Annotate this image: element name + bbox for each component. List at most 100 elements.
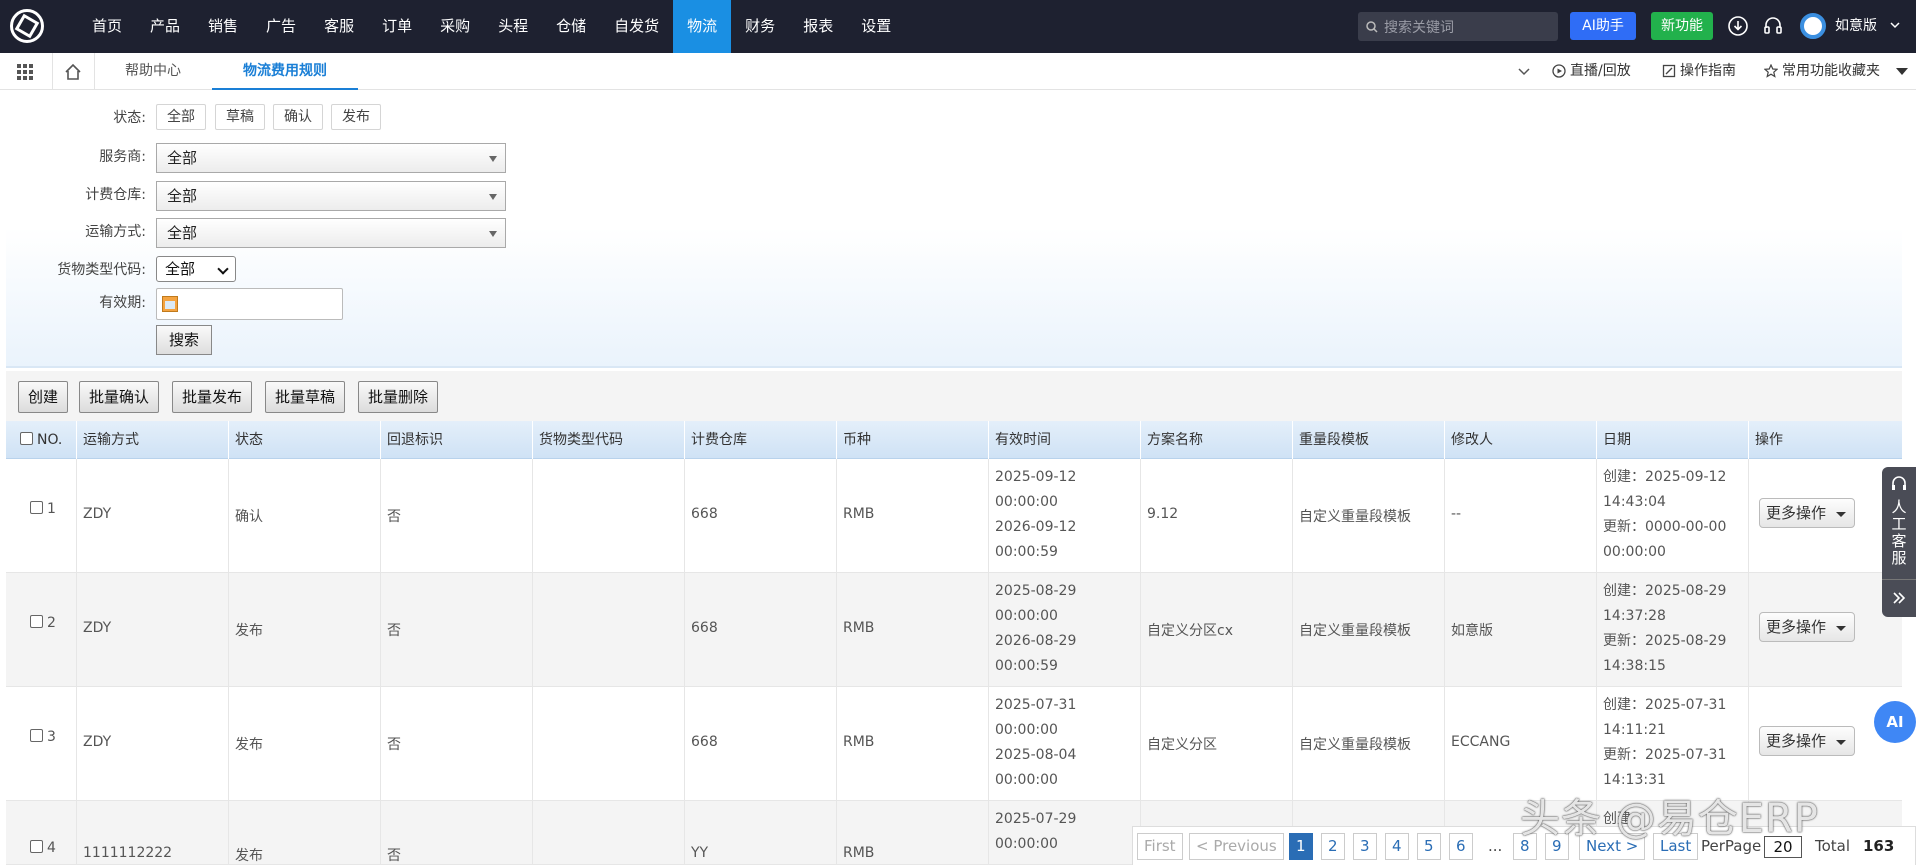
live-replay-link[interactable]: 直播/回放 <box>1552 53 1631 90</box>
nav-item[interactable]: 财务 <box>731 0 789 53</box>
column-header-transport[interactable]: 运输方式 <box>76 421 228 459</box>
nav-item[interactable]: 客服 <box>310 0 368 53</box>
page-6[interactable]: 6 <box>1449 833 1473 860</box>
status-option-publish[interactable]: 发布 <box>331 104 381 130</box>
select-all-checkbox[interactable] <box>20 432 33 445</box>
nav-item[interactable]: 物流 <box>673 0 732 53</box>
nav-item[interactable]: 销售 <box>194 0 252 53</box>
provider-select[interactable]: 全部 <box>156 143 506 173</box>
cell-currency: RMB <box>836 459 988 573</box>
column-header-rollback[interactable]: 回退标识 <box>380 421 532 459</box>
search-button[interactable]: 搜索 <box>156 325 212 355</box>
favorites-link[interactable]: 常用功能收藏夹 <box>1763 53 1880 90</box>
ai-assistant-button[interactable]: AI助手 <box>1570 12 1636 40</box>
cell-transport: 1111112222 <box>76 801 228 865</box>
chevron-down-icon[interactable] <box>1890 20 1900 30</box>
status-option-draft[interactable]: 草稿 <box>215 104 265 130</box>
tab-logistics-fee-rules[interactable]: 物流费用规则 <box>212 53 358 90</box>
chevron-down-icon[interactable] <box>1518 67 1530 77</box>
home-icon[interactable] <box>64 63 82 81</box>
create-button[interactable]: 创建 <box>18 381 69 413</box>
cell-warehouse-text: 668 <box>691 506 718 522</box>
cell-rollback-text: 否 <box>387 509 401 525</box>
page-1[interactable]: 1 <box>1289 833 1313 860</box>
nav-item[interactable]: 仓储 <box>542 0 600 53</box>
operation-guide-link[interactable]: 操作指南 <box>1662 53 1736 90</box>
status-option-confirm[interactable]: 确认 <box>273 104 323 130</box>
nav-item[interactable]: 产品 <box>136 0 194 53</box>
row-checkbox[interactable] <box>30 501 43 514</box>
valid-time-line: 2025-09-12 <box>995 469 1077 485</box>
batch-delete-button[interactable]: 批量删除 <box>358 381 439 413</box>
batch-publish-button[interactable]: 批量发布 <box>172 381 253 413</box>
live-replay-label: 直播/回放 <box>1570 63 1631 79</box>
divider <box>1882 579 1916 580</box>
caret-down-icon[interactable] <box>1896 68 1908 76</box>
page-previous[interactable]: < Previous <box>1189 833 1284 860</box>
user-avatar[interactable] <box>1800 13 1826 39</box>
date-line: 更新：2025-08-29 <box>1603 633 1727 649</box>
more-actions-button[interactable]: 更多操作 <box>1759 612 1855 642</box>
status-option-all[interactable]: 全部 <box>156 104 206 130</box>
page-first[interactable]: First <box>1137 833 1183 860</box>
column-header-warehouse[interactable]: 计费仓库 <box>684 421 836 459</box>
transport-select[interactable]: 全部 <box>156 218 506 248</box>
column-header-cargo-type[interactable]: 货物类型代码 <box>532 421 684 459</box>
nav-item[interactable]: 头程 <box>484 0 542 53</box>
validity-label: 有效期: <box>99 295 146 311</box>
table-row[interactable]: 1 ZDY 确认 否 668 RMB 2025-09-12 00:00:00 2026-09-1… <box>6 459 1902 573</box>
column-header-plan-name[interactable]: 方案名称 <box>1140 421 1292 459</box>
watermark: 头条 @易仓ERP <box>1520 796 1819 842</box>
nav-item[interactable]: 首页 <box>78 0 136 53</box>
nav-item[interactable]: 报表 <box>789 0 847 53</box>
cell-modifier-text: ECCANG <box>1451 734 1511 750</box>
column-header-valid-time[interactable]: 有效时间 <box>988 421 1140 459</box>
page-4[interactable]: 4 <box>1385 833 1409 860</box>
row-checkbox[interactable] <box>30 840 43 853</box>
headset-icon[interactable] <box>1762 15 1784 37</box>
valid-time-line: 2025-08-04 <box>995 747 1077 763</box>
logo-icon[interactable] <box>10 9 44 43</box>
batch-draft-button[interactable]: 批量草稿 <box>265 381 346 413</box>
app-grid-icon[interactable] <box>17 64 33 80</box>
row-checkbox[interactable] <box>30 729 43 742</box>
batch-confirm-button[interactable]: 批量确认 <box>79 381 160 413</box>
date-line: 14:38:15 <box>1603 658 1666 674</box>
page-5[interactable]: 5 <box>1417 833 1441 860</box>
table-row[interactable]: 2 ZDY 发布 否 668 RMB 2025-08-29 00:00:00 2026-08-2… <box>6 573 1902 687</box>
user-name[interactable]: 如意版 <box>1835 0 1877 53</box>
page-3[interactable]: 3 <box>1353 833 1377 860</box>
nav-item[interactable]: 自发货 <box>600 0 673 53</box>
page-2[interactable]: 2 <box>1321 833 1345 860</box>
customer-service-float[interactable]: 人工客服 <box>1882 467 1916 617</box>
ai-chat-bubble[interactable]: AI <box>1874 701 1916 743</box>
cell-transport-text: ZDY <box>83 734 112 750</box>
warehouse-select[interactable]: 全部 <box>156 181 506 211</box>
cell-modifier: ECCANG <box>1444 687 1596 801</box>
more-actions-button[interactable]: 更多操作 <box>1759 498 1855 528</box>
validity-date-input[interactable] <box>156 288 343 320</box>
cell-rollback-text: 否 <box>387 737 401 753</box>
nav-item[interactable]: 采购 <box>426 0 484 53</box>
column-header-date[interactable]: 日期 <box>1596 421 1748 459</box>
calendar-icon[interactable] <box>162 296 178 312</box>
favorites-label: 常用功能收藏夹 <box>1782 63 1880 79</box>
new-features-button[interactable]: 新功能 <box>1651 12 1713 40</box>
tab-help-center[interactable]: 帮助中心 <box>94 53 212 90</box>
global-search[interactable] <box>1358 12 1558 41</box>
column-header-status[interactable]: 状态 <box>228 421 380 459</box>
cargo-type-select[interactable]: 全部 <box>156 256 236 282</box>
cell-weight-template-text: 自定义重量段模板 <box>1299 737 1411 753</box>
nav-item[interactable]: 设置 <box>847 0 905 53</box>
column-header-currency[interactable]: 币种 <box>836 421 988 459</box>
nav-item[interactable]: 广告 <box>252 0 310 53</box>
more-actions-button[interactable]: 更多操作 <box>1759 726 1855 756</box>
search-input[interactable] <box>1384 18 1554 35</box>
download-icon[interactable] <box>1727 15 1749 37</box>
column-header-weight-template[interactable]: 重量段模板 <box>1292 421 1444 459</box>
double-chevron-right-icon[interactable] <box>1892 591 1906 605</box>
row-checkbox[interactable] <box>30 615 43 628</box>
table-row[interactable]: 3 ZDY 发布 否 668 RMB 2025-07-31 00:00:00 2025-08-0… <box>6 687 1902 801</box>
column-header-modifier[interactable]: 修改人 <box>1444 421 1596 459</box>
nav-item[interactable]: 订单 <box>368 0 426 53</box>
